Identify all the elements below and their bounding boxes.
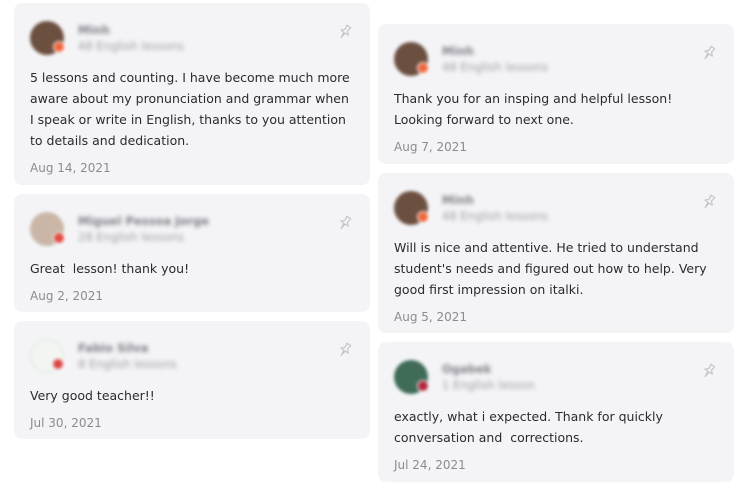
reviewer-info: Minh 48 English lessons — [394, 191, 718, 225]
review-text: Great lesson! thank you! — [30, 261, 190, 276]
avatar[interactable] — [394, 191, 429, 225]
review-text: 5 lessons and counting. I have become mu… — [30, 70, 354, 148]
country-flag-icon — [53, 41, 65, 53]
avatar[interactable] — [30, 21, 65, 55]
reviewer-lesson-count: 48 English lessons — [442, 60, 549, 74]
avatar[interactable] — [394, 42, 429, 76]
avatar[interactable] — [394, 360, 429, 394]
country-flag-icon — [52, 358, 64, 370]
reviewer-lesson-count: 8 English lessons — [78, 357, 177, 371]
reviewer-lesson-count: 1 English lesson — [442, 378, 535, 392]
review-date: Jul 30, 2021 — [30, 416, 102, 430]
pin-icon[interactable] — [700, 44, 718, 62]
country-flag-icon — [417, 380, 429, 392]
reviewer-name[interactable]: Ogabek — [442, 361, 535, 377]
avatar[interactable] — [30, 212, 65, 246]
reviewer-lesson-count: 28 English lessons — [78, 230, 185, 244]
pin-icon[interactable] — [336, 214, 354, 232]
review-card: Minh 48 English lessons 5 lessons and co… — [14, 3, 370, 185]
review-date: Aug 5, 2021 — [394, 310, 468, 324]
review-card: Miguel Pessoa Jorge 28 English lessons G… — [14, 194, 370, 312]
country-flag-icon — [417, 62, 429, 74]
reviewer-name[interactable]: Minh — [442, 43, 548, 59]
pin-icon[interactable] — [700, 362, 718, 380]
review-text: exactly, what i expected. Thank for quic… — [394, 409, 667, 445]
pin-icon[interactable] — [336, 341, 354, 359]
reviewer-info: Miguel Pessoa Jorge 28 English lessons — [30, 212, 354, 246]
reviewer-info: Ogabek 1 English lesson — [394, 360, 718, 394]
review-text: Thank you for an insping and helpful les… — [394, 91, 677, 127]
reviewer-lesson-count: 48 English lessons — [78, 39, 185, 53]
review-text: Very good teacher!! — [30, 388, 155, 403]
review-card: Ogabek 1 English lesson exactly, what i … — [378, 342, 734, 482]
pin-icon[interactable] — [336, 23, 354, 41]
reviewer-info: Minh 48 English lessons — [394, 42, 718, 76]
review-text: Will is nice and attentive. He tried to … — [394, 240, 711, 297]
reviewer-lesson-count: 48 English lessons — [442, 209, 549, 223]
reviewer-name[interactable]: Minh — [78, 22, 184, 38]
review-date: Aug 7, 2021 — [394, 140, 468, 154]
pin-icon[interactable] — [700, 193, 718, 211]
reviewer-name[interactable]: Miguel Pessoa Jorge — [78, 213, 209, 229]
review-card: Fabio Silva 8 English lessons Very good … — [14, 321, 370, 439]
review-card: Minh 48 English lessons Will is nice and… — [378, 173, 734, 333]
avatar[interactable] — [30, 339, 64, 373]
country-flag-icon — [53, 232, 65, 244]
reviewer-info: Fabio Silva 8 English lessons — [30, 339, 354, 373]
review-date: Aug 14, 2021 — [30, 161, 111, 175]
review-date: Aug 2, 2021 — [30, 289, 104, 303]
reviewer-name[interactable]: Fabio Silva — [78, 340, 177, 356]
reviews-column-right: Minh 48 English lessons Thank you for an… — [378, 0, 734, 491]
reviews-column-left: Minh 48 English lessons 5 lessons and co… — [14, 0, 370, 448]
review-card: Minh 48 English lessons Thank you for an… — [378, 24, 734, 164]
country-flag-icon — [417, 211, 429, 223]
review-date: Jul 24, 2021 — [394, 458, 466, 472]
reviewer-name[interactable]: Minh — [442, 192, 548, 208]
reviewer-info: Minh 48 English lessons — [30, 21, 354, 55]
